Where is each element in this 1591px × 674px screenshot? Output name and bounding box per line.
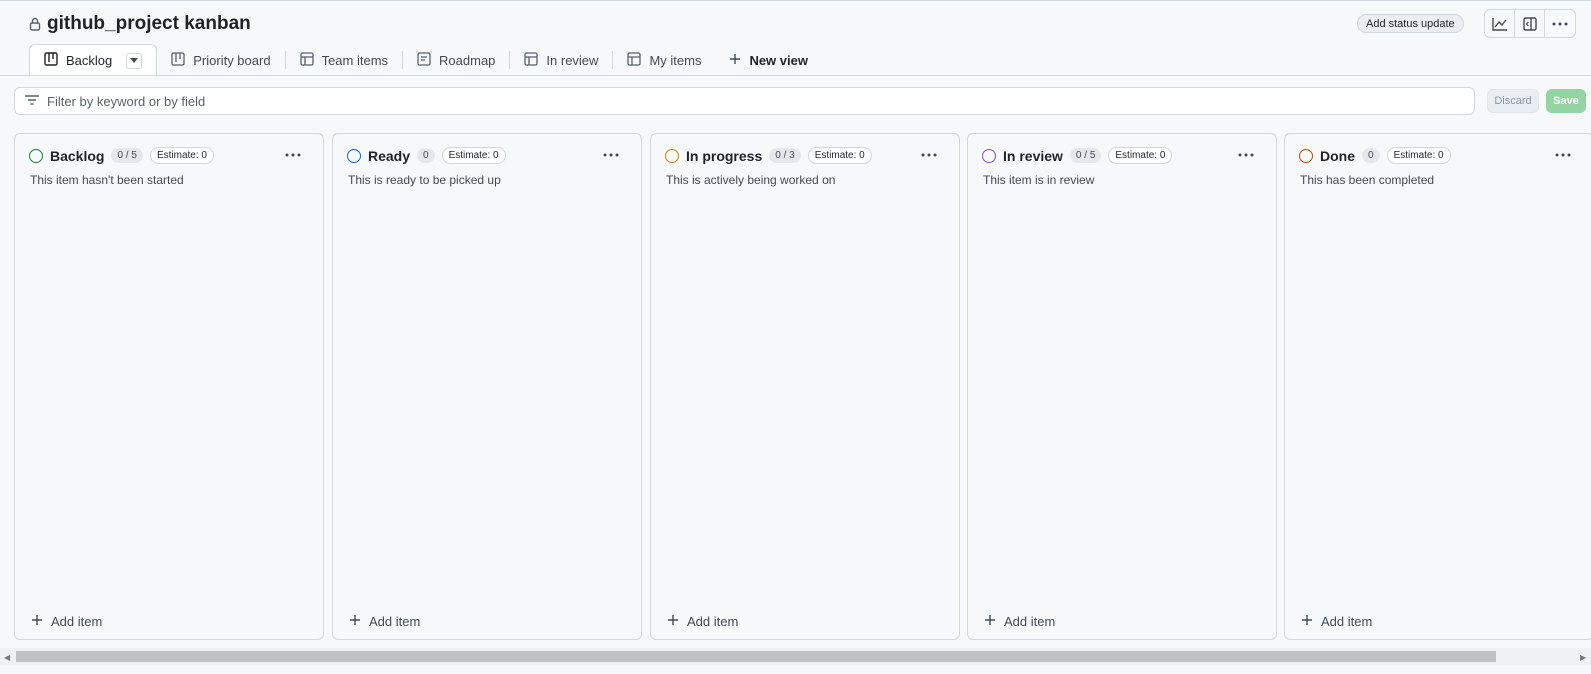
add-item-button[interactable]: Add item (1301, 614, 1372, 629)
plus-icon (31, 614, 43, 629)
column-more-icon[interactable] (603, 144, 619, 162)
item-count-badge: 0 / 3 (769, 148, 801, 163)
add-item-label: Add item (687, 614, 739, 629)
scrollbar-thumb[interactable] (16, 651, 1496, 662)
tab-label: In review (546, 52, 599, 68)
roadmap-icon (417, 51, 431, 69)
estimate-badge: Estimate: 0 (149, 147, 214, 164)
add-item-button[interactable]: Add item (984, 614, 1055, 629)
filter-bar (14, 87, 1475, 115)
tab-priority-board[interactable]: Priority board (157, 44, 284, 76)
plus-icon (349, 614, 361, 629)
column-title: Ready (368, 147, 411, 164)
estimate-badge: Estimate: 0 (441, 147, 506, 164)
estimate-badge: Estimate: 0 (1108, 147, 1173, 164)
project-header: github_project kanban Add status update … (0, 0, 1591, 77)
plus-icon (984, 614, 996, 629)
insights-icon[interactable] (1485, 10, 1515, 37)
column-more-icon[interactable] (285, 144, 301, 162)
column-in-review: In review 0 / 5 Estimate: 0 This item is… (967, 133, 1277, 640)
plus-icon (729, 53, 741, 68)
side-panel-icon[interactable] (1515, 10, 1545, 37)
column-header: Ready 0 Estimate: 0 (347, 147, 506, 164)
column-description: This item is in review (983, 173, 1095, 187)
tab-in-review[interactable]: In review (510, 44, 612, 76)
status-circle-icon (29, 148, 43, 163)
board-icon (44, 52, 58, 69)
tabs-underline (0, 75, 1591, 76)
column-more-icon[interactable] (1555, 144, 1571, 162)
status-circle-icon (665, 148, 679, 163)
table-icon (299, 51, 314, 69)
board-icon (171, 51, 185, 69)
column-title: Backlog (50, 147, 105, 164)
table-icon (627, 51, 642, 69)
scroll-left-icon[interactable]: ◀ (4, 653, 10, 662)
add-status-update-button[interactable]: Add status update (1357, 14, 1464, 33)
tab-roadmap[interactable]: Roadmap (403, 44, 509, 76)
add-item-label: Add item (1321, 614, 1373, 629)
scroll-right-icon[interactable]: ▶ (1580, 653, 1586, 662)
item-count-badge: 0 / 5 (1069, 148, 1102, 163)
column-description: This has been completed (1300, 173, 1435, 187)
add-item-button[interactable]: Add item (349, 614, 420, 629)
add-item-button[interactable]: Add item (667, 614, 738, 629)
table-icon (524, 51, 539, 69)
add-item-label: Add item (369, 614, 421, 629)
lock-icon (29, 17, 41, 31)
add-item-label: Add item (51, 614, 103, 629)
new-view-button[interactable]: New view (715, 44, 822, 76)
filter-icon (25, 92, 39, 110)
horizontal-scrollbar[interactable]: ◀ ▶ (0, 648, 1591, 665)
view-tabs: Backlog Priority board Team items Roadma… (29, 44, 822, 77)
tab-label: Team items (321, 52, 389, 68)
project-title: github_project kanban (47, 13, 251, 34)
discard-button[interactable]: Discard (1487, 89, 1539, 113)
estimate-badge: Estimate: 0 (807, 147, 872, 164)
item-count-badge: 0 (417, 148, 435, 163)
tab-label: My items (649, 52, 702, 68)
kanban-board: Backlog 0 / 5 Estimate: 0 This item hasn… (14, 133, 1591, 641)
new-view-label: New view (749, 52, 808, 68)
header-icon-group (1484, 9, 1576, 38)
status-circle-icon (1299, 148, 1313, 163)
item-count-badge: 0 / 5 (111, 148, 143, 163)
plus-icon (667, 614, 679, 629)
add-item-button[interactable]: Add item (31, 614, 102, 629)
column-title: In progress (686, 147, 763, 164)
column-more-icon[interactable] (921, 144, 937, 162)
filter-input[interactable] (47, 93, 1447, 109)
tab-my-items[interactable]: My items (613, 44, 715, 76)
tab-team-items[interactable]: Team items (286, 44, 402, 76)
column-header: In progress 0 / 3 Estimate: 0 (665, 147, 872, 164)
column-more-icon[interactable] (1238, 144, 1254, 162)
estimate-badge: Estimate: 0 (1386, 147, 1451, 164)
column-description: This is ready to be picked up (348, 173, 501, 187)
add-item-label: Add item (1004, 614, 1056, 629)
status-circle-icon (982, 148, 996, 163)
plus-icon (1301, 614, 1313, 629)
item-count-badge: 0 (1362, 148, 1380, 163)
status-circle-icon (347, 148, 361, 163)
tab-label: Priority board (193, 52, 271, 68)
column-ready: Ready 0 Estimate: 0 This is ready to be … (332, 133, 642, 640)
column-backlog: Backlog 0 / 5 Estimate: 0 This item hasn… (14, 133, 324, 640)
tab-label: Backlog (66, 53, 113, 68)
tab-menu-caret-icon[interactable] (126, 52, 143, 69)
column-title: In review (1003, 147, 1063, 164)
column-header: Done 0 Estimate: 0 (1299, 147, 1451, 164)
column-description: This item hasn't been started (30, 173, 184, 187)
column-header: In review 0 / 5 Estimate: 0 (982, 147, 1173, 164)
save-button[interactable]: Save (1546, 89, 1586, 113)
tab-label: Roadmap (439, 52, 496, 68)
column-description: This is actively being worked on (666, 173, 836, 187)
column-title: Done (1320, 147, 1355, 164)
column-in-progress: In progress 0 / 3 Estimate: 0 This is ac… (650, 133, 960, 640)
project-title-group: github_project kanban (29, 13, 251, 35)
tab-backlog[interactable]: Backlog (29, 44, 158, 77)
more-options-icon[interactable] (1545, 10, 1575, 37)
column-done: Done 0 Estimate: 0 This has been complet… (1284, 133, 1591, 640)
column-header: Backlog 0 / 5 Estimate: 0 (29, 147, 214, 164)
